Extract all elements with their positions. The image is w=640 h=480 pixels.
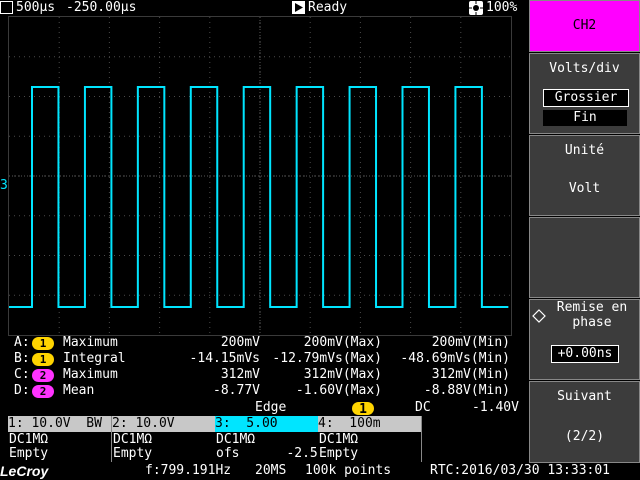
menu-channel-label: CH2 — [572, 18, 597, 33]
measurement-row[interactable]: B: 1 Integral -14.15mVs -12.79mVs(Max) -48.69… — [14, 351, 514, 367]
channel-4-scale: 4: 100m — [318, 416, 421, 432]
brightness-icon[interactable] — [469, 1, 483, 15]
measurement-letter: A: — [14, 335, 30, 350]
measurement-source-badge: 1 — [32, 337, 54, 350]
measurement-max: 200mV(Max) — [303, 335, 382, 350]
menu-deskew[interactable]: Remise en phase +0.00ns — [529, 299, 640, 380]
menu-volts-div[interactable]: Volts/div Grossier Fin — [529, 53, 640, 134]
waveform-display[interactable] — [8, 16, 512, 336]
channel-3-scale: 3: 5.00 — [215, 416, 318, 432]
battery-level: 100% — [486, 0, 518, 15]
channel-3-offset: ofs -2.50 — [216, 446, 326, 461]
channel-1-scale: 1: 10.0V BW — [8, 416, 111, 432]
measurement-min: -48.69mVs(Min) — [400, 351, 510, 366]
delay-readout[interactable]: -250.00µs — [66, 0, 136, 16]
next-title: Suivant — [557, 389, 612, 404]
unit-title: Unité — [564, 143, 605, 158]
measurement-name: Maximum — [63, 335, 118, 350]
trigger-level: -1.40V — [472, 400, 519, 415]
play-icon — [292, 1, 305, 14]
measurement-value: 312mV — [220, 367, 260, 382]
measurement-value: 200mV — [220, 335, 260, 350]
channel-1-coupling: DC1MΩ — [9, 432, 49, 447]
measurement-max: 312mV(Max) — [303, 367, 382, 382]
zoom-box-icon — [0, 1, 13, 14]
channel-2-coupling: DC1MΩ — [113, 432, 153, 447]
channel-2-box[interactable]: 2: 10.0V DC1MΩ Empty — [112, 416, 216, 462]
fine-option[interactable]: Fin — [543, 110, 627, 126]
sample-rate: 20MS — [255, 463, 287, 478]
measurement-name: Integral — [63, 351, 126, 366]
measurement-source-badge: 2 — [32, 385, 54, 398]
channel-1-box[interactable]: 1: 10.0V BW DC1MΩ Empty — [8, 416, 112, 462]
acquisition-status: Ready — [308, 0, 348, 15]
frequency-counter: f:799.191Hz — [145, 463, 232, 478]
channel-3-box[interactable]: 3: 5.00 DC1MΩ ofs -2.50 — [215, 416, 326, 462]
measurement-letter: B: — [14, 351, 30, 366]
channel-2-state: Empty — [113, 446, 153, 461]
record-length: 100k points — [305, 463, 392, 478]
deskew-title: Remise en phase — [556, 300, 628, 330]
measurement-max: -1.60V(Max) — [295, 383, 382, 398]
channel-4-coupling: DC1MΩ — [319, 432, 359, 447]
menu-channel-header[interactable]: CH2 — [529, 0, 640, 52]
channel-3-coupling: DC1MΩ — [216, 432, 256, 447]
channel-1-state: Empty — [9, 446, 49, 461]
volts-div-title: Volts/div — [549, 61, 620, 76]
measurement-row[interactable]: D: 2 Mean -8.77V -1.60V(Max) -8.88V(Min) — [14, 383, 514, 399]
menu-empty-slot — [529, 217, 640, 298]
measurement-letter: C: — [14, 367, 30, 382]
next-page-indicator: (2/2) — [564, 429, 605, 444]
measurement-row[interactable]: A: 1 Maximum 200mV 200mV(Max) 200mV(Min) — [14, 335, 514, 351]
unit-value: Volt — [568, 181, 601, 196]
timebase-readout[interactable]: 500µs — [16, 0, 55, 16]
channel-2-scale: 2: 10.0V — [112, 416, 215, 432]
deskew-value[interactable]: +0.00ns — [551, 345, 619, 363]
channel-4-state: Empty — [319, 446, 359, 461]
measurement-max: -12.79mVs(Max) — [272, 351, 382, 366]
trigger-info[interactable]: Edge 1 DC -1.40V — [0, 400, 527, 429]
knob-icon — [532, 308, 546, 323]
measurement-letter: D: — [14, 383, 30, 398]
measurement-min: -8.88V(Min) — [423, 383, 510, 398]
trigger-source-badge: 1 — [352, 402, 374, 417]
brand-logo: LeCroy — [0, 463, 49, 479]
top-status-bar: 500µs -250.00µs Ready 100% — [0, 0, 527, 16]
measurement-min: 200mV(Min) — [431, 335, 510, 350]
trigger-type: Edge — [255, 400, 287, 415]
measurement-source-badge: 1 — [32, 353, 54, 366]
measurement-source-badge: 2 — [32, 369, 54, 382]
menu-next[interactable]: Suivant (2/2) — [529, 381, 640, 463]
channel-3-marker[interactable]: 3 — [0, 178, 8, 193]
measurement-value: -8.77V — [213, 383, 260, 398]
trigger-coupling: DC — [415, 400, 431, 415]
rising-edge-icon — [300, 400, 347, 429]
channel-4-box[interactable]: 4: 100m DC1MΩ Empty — [318, 416, 422, 462]
measurement-name: Mean — [63, 383, 95, 398]
measurement-value: -14.15mVs — [189, 351, 260, 366]
rtc-clock: RTC:2016/03/30 13:33:01 — [430, 463, 611, 478]
menu-unit[interactable]: Unité Volt — [529, 135, 640, 216]
measurement-row[interactable]: C: 2 Maximum 312mV 312mV(Max) 312mV(Min) — [14, 367, 514, 383]
measurement-min: 312mV(Min) — [431, 367, 510, 382]
bottom-status-bar: LeCroy f:799.191Hz 20MS 100k points RTC:… — [0, 463, 640, 480]
measurement-name: Maximum — [63, 367, 118, 382]
coarse-option[interactable]: Grossier — [543, 89, 629, 107]
waveform-trace — [9, 86, 509, 308]
waveform-svg — [9, 17, 511, 335]
